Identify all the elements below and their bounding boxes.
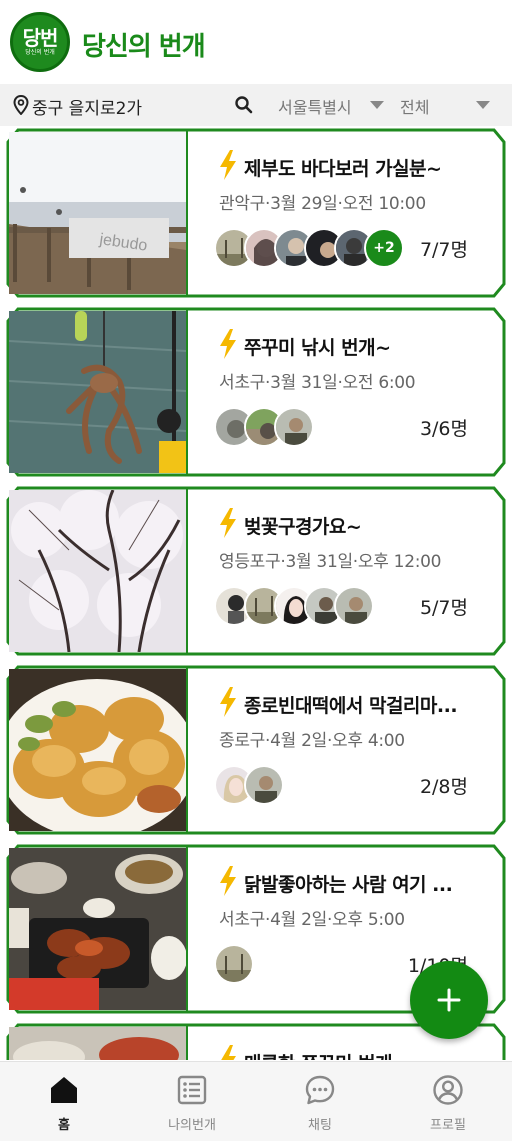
current-location[interactable]: 중구 을지로2가 <box>32 94 142 119</box>
list-icon <box>177 1075 207 1105</box>
type-select[interactable]: 전체 <box>400 93 496 117</box>
nav-profile[interactable]: 프로필 <box>384 1062 512 1141</box>
meetup-thumbnail <box>9 669 186 831</box>
card-divider <box>186 1025 188 1060</box>
card-title-row: 닭발좋아하는 사람 여기 ... <box>218 866 483 898</box>
avatar <box>274 407 314 447</box>
lightning-icon <box>220 508 236 538</box>
nav-home[interactable]: 홈 <box>0 1062 128 1141</box>
card-title-row: 벚꽃구경가요~ <box>218 508 483 540</box>
create-meetup-button[interactable] <box>410 961 488 1039</box>
meetup-card[interactable]: jebudo 제부도 바다보러 가실분~ 관악구·3월 29일·오전 10:00… <box>6 128 506 298</box>
logo-text: 당번 <box>22 26 59 50</box>
member-avatars: +2 <box>214 228 404 268</box>
avatar <box>334 586 374 626</box>
meetup-title: 벚꽃구경가요~ <box>244 516 362 538</box>
member-count: 5/7명 <box>419 597 468 619</box>
member-count: 3/6명 <box>419 418 468 440</box>
logo-subtext: 당신의 번개 <box>25 49 55 56</box>
home-icon <box>51 1077 77 1103</box>
member-avatars <box>214 586 404 626</box>
meetup-card[interactable]: 벚꽃구경가요~ 영등포구·3월 31일·오후 12:00 5/7명 <box>6 486 506 656</box>
region-select-value: 서울특별시 <box>278 98 352 117</box>
member-count: 2/8명 <box>419 776 468 798</box>
meetup-card[interactable]: 종로빈대떡에서 막걸리마... 종로구·4월 2일·오후 4:00 2/8명 <box>6 665 506 835</box>
meetup-title: 닭발좋아하는 사람 여기 ... <box>244 874 453 896</box>
meetup-thumbnail <box>9 848 186 1010</box>
app-title: 당신의 번개 <box>82 32 206 62</box>
meetup-meta: 영등포구·3월 31일·오후 12:00 <box>219 552 442 572</box>
meetup-thumbnail <box>9 1027 186 1060</box>
meetup-title: 제부도 바다보러 가실분~ <box>244 158 442 180</box>
meetup-card[interactable]: 쭈꾸미 낚시 번개~ 서초구·3월 31일·오전 6:00 3/6명 <box>6 307 506 477</box>
nav-home-label: 홈 <box>58 1118 70 1133</box>
plus-icon <box>437 988 461 1012</box>
nav-my-meetups[interactable]: 나의번개 <box>128 1062 256 1141</box>
card-title-row: 쭈꾸미 낚시 번개~ <box>218 329 483 361</box>
meetup-title: 종로빈대떡에서 막걸리마... <box>244 695 458 717</box>
type-select-value: 전체 <box>400 98 430 117</box>
member-avatars <box>214 765 404 805</box>
card-divider <box>186 309 188 475</box>
avatar <box>214 944 254 984</box>
member-avatars <box>214 407 404 447</box>
meetup-thumbnail: jebudo <box>9 132 186 294</box>
card-divider <box>186 846 188 1012</box>
card-title-row: 매콤한 쭈꾸미 번개 <box>218 1045 483 1060</box>
meetup-meta: 관악구·3월 29일·오전 10:00 <box>219 194 426 214</box>
chevron-down-icon <box>370 101 384 109</box>
card-divider <box>186 488 188 654</box>
meetup-meta: 서초구·4월 2일·오후 5:00 <box>219 910 405 930</box>
meetup-title: 매콤한 쭈꾸미 번개 <box>244 1049 484 1060</box>
location-pin-icon <box>13 95 29 115</box>
meetup-meta: 종로구·4월 2일·오후 4:00 <box>219 731 405 751</box>
region-select[interactable]: 서울특별시 <box>278 93 388 117</box>
lightning-icon <box>220 150 236 180</box>
meetup-thumbnail <box>9 490 186 652</box>
member-avatars <box>214 944 404 984</box>
lightning-icon <box>220 687 236 717</box>
nav-my-meetups-label: 나의번개 <box>168 1118 216 1133</box>
meetup-thumbnail <box>9 311 186 473</box>
card-divider <box>186 667 188 833</box>
app-header: 당번 당신의 번개 당신의 번개 <box>0 0 512 84</box>
meetup-meta: 서초구·3월 31일·오전 6:00 <box>219 373 416 393</box>
search-icon[interactable] <box>234 95 254 115</box>
app-logo[interactable]: 당번 당신의 번개 <box>10 12 70 72</box>
filter-bar: 중구 을지로2가 서울특별시 전체 <box>0 84 512 126</box>
nav-chat-label: 채팅 <box>308 1118 332 1133</box>
chat-bubble-icon <box>305 1075 335 1105</box>
profile-icon <box>433 1075 463 1105</box>
lightning-icon <box>220 329 236 359</box>
card-title-row: 제부도 바다보러 가실분~ <box>218 150 483 182</box>
more-members-badge: +2 <box>364 228 404 268</box>
card-divider <box>186 130 188 296</box>
nav-profile-label: 프로필 <box>430 1118 466 1133</box>
avatar <box>244 765 284 805</box>
chevron-down-icon <box>476 101 490 109</box>
meetup-list[interactable]: jebudo 제부도 바다보러 가실분~ 관악구·3월 29일·오전 10:00… <box>0 126 512 1060</box>
nav-chat[interactable]: 채팅 <box>256 1062 384 1141</box>
bottom-nav: 홈 나의번개 채팅 프로필 <box>0 1061 512 1141</box>
lightning-icon <box>220 866 236 896</box>
member-count: 7/7명 <box>419 239 468 261</box>
meetup-title: 쭈꾸미 낚시 번개~ <box>244 337 391 359</box>
lightning-icon <box>221 1045 236 1060</box>
card-title-row: 종로빈대떡에서 막걸리마... <box>218 687 483 719</box>
